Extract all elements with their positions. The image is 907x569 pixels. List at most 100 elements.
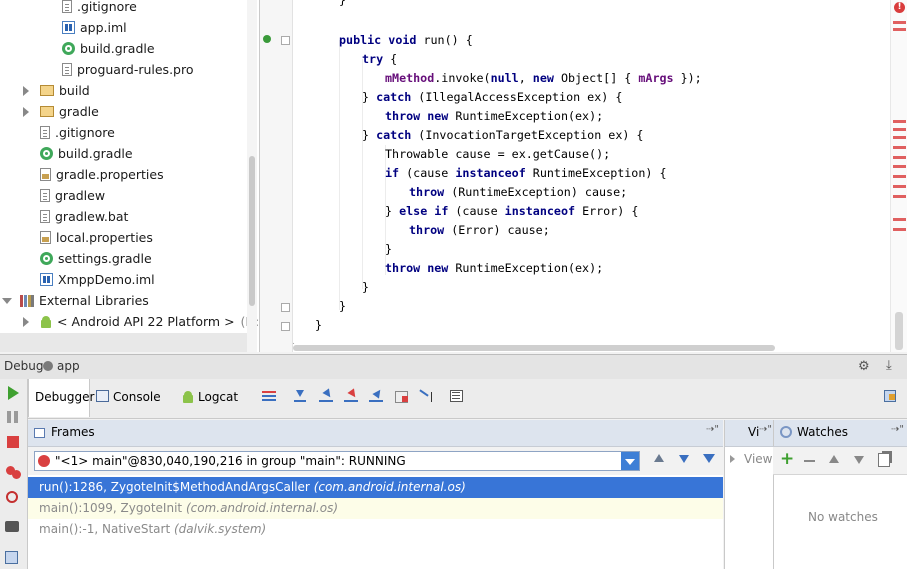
move-down-icon[interactable]: [854, 456, 864, 464]
tree-item[interactable]: < Android API 22 Platform >(D:₩: [23, 311, 259, 332]
hide-icon[interactable]: ⤓: [886, 358, 892, 373]
tree-item-partial[interactable]: [0, 333, 247, 352]
error-mark[interactable]: [893, 146, 906, 149]
fold-marker-icon[interactable]: [281, 303, 290, 312]
evaluate-expression-icon[interactable]: [449, 388, 465, 404]
code-line[interactable]: }: [315, 316, 322, 335]
error-indicator-icon[interactable]: !: [894, 2, 905, 13]
tree-item[interactable]: local.properties: [40, 227, 153, 248]
code-line[interactable]: } catch (IllegalAccessException ex) {: [362, 88, 622, 107]
error-mark[interactable]: [893, 21, 906, 24]
tab-debugger[interactable]: Debugger: [28, 379, 94, 417]
error-mark[interactable]: [893, 195, 906, 198]
override-marker-icon[interactable]: [263, 35, 271, 43]
camera-icon[interactable]: [5, 521, 19, 532]
tree-item[interactable]: build.gradle: [62, 38, 155, 59]
step-into-icon[interactable]: [318, 388, 334, 404]
fold-marker-icon[interactable]: [281, 322, 290, 331]
tree-item[interactable]: .gitignore: [62, 0, 137, 17]
code-line[interactable]: public void run() {: [339, 31, 473, 50]
show-execution-point-icon[interactable]: [262, 388, 278, 404]
run-to-cursor-icon[interactable]: [419, 388, 435, 404]
step-over-icon[interactable]: [293, 388, 309, 404]
error-mark[interactable]: [893, 120, 906, 123]
code-line[interactable]: mMethod.invoke(null, new Object[] { mArg…: [385, 69, 702, 88]
code-line[interactable]: throw (RuntimeException) cause;: [409, 183, 627, 202]
tab-logcat[interactable]: Logcat ⇢": [176, 379, 256, 442]
stack-frame[interactable]: main():-1, NativeStart (dalvik.system): [28, 519, 723, 540]
code-line[interactable]: }: [339, 297, 346, 316]
layout-icon[interactable]: [5, 551, 18, 564]
code-line[interactable]: throw new RuntimeException(ex);: [385, 107, 603, 126]
code-line[interactable]: try {: [362, 50, 397, 69]
code-line[interactable]: }: [362, 278, 369, 297]
debug-config-name[interactable]: app: [57, 359, 80, 373]
tree-item[interactable]: .gitignore: [40, 122, 115, 143]
force-step-into-icon[interactable]: [343, 388, 359, 404]
error-mark[interactable]: [893, 136, 906, 139]
stack-frame[interactable]: run():1286, ZygoteInit$MethodAndArgsCall…: [28, 477, 723, 498]
fold-marker-icon[interactable]: [281, 36, 290, 45]
collapse-arrow-icon[interactable]: [23, 317, 29, 327]
error-mark[interactable]: [893, 28, 906, 31]
code-line[interactable]: } catch (InvocationTargetException ex) {: [362, 126, 643, 145]
collapse-arrow-icon[interactable]: [23, 107, 29, 117]
debug-toolwindow-header: Debug app ⚙ ⤓: [0, 354, 907, 380]
error-mark[interactable]: [893, 128, 906, 131]
tree-item[interactable]: gradlew.bat: [40, 206, 128, 227]
error-mark[interactable]: [893, 175, 906, 178]
pin-icon[interactable]: ⇢": [891, 424, 904, 435]
expand-arrow-icon[interactable]: [2, 298, 12, 304]
step-out-icon[interactable]: [368, 387, 384, 404]
code-line[interactable]: } else if (cause instanceof Error) {: [385, 202, 638, 221]
drop-frame-icon[interactable]: [394, 388, 410, 404]
mute-breakpoints-icon[interactable]: [6, 491, 18, 503]
code-line[interactable]: throw new RuntimeException(ex);: [385, 259, 603, 278]
resume-icon[interactable]: [8, 386, 19, 400]
tree-scrollbar[interactable]: [247, 0, 257, 352]
tree-item[interactable]: build: [23, 80, 90, 101]
chevron-down-icon[interactable]: [621, 452, 639, 470]
editor-hscrollbar[interactable]: [293, 344, 890, 352]
error-mark[interactable]: [893, 218, 906, 221]
tree-item[interactable]: gradlew: [40, 185, 105, 206]
tree-item[interactable]: gradle: [23, 101, 99, 122]
error-mark[interactable]: [893, 228, 906, 231]
stack-frame[interactable]: main():1099, ZygoteInit (com.android.int…: [28, 498, 723, 519]
tree-item[interactable]: gradle.properties: [40, 164, 164, 185]
error-mark[interactable]: [893, 185, 906, 188]
error-mark[interactable]: [893, 165, 906, 168]
code-line[interactable]: throw (Error) cause;: [409, 221, 550, 240]
stop-icon[interactable]: [7, 436, 19, 448]
tree-item[interactable]: proguard-rules.pro: [62, 59, 194, 80]
tree-item[interactable]: app.iml: [62, 17, 127, 38]
pause-icon[interactable]: [7, 411, 11, 423]
tree-item[interactable]: External Libraries: [2, 290, 149, 311]
code-line[interactable]: }: [339, 0, 346, 10]
code-line[interactable]: Throwable cause = ex.getCause();: [385, 145, 610, 164]
error-mark[interactable]: [893, 156, 906, 159]
previous-frame-icon[interactable]: [654, 454, 664, 462]
error-stripe[interactable]: !: [890, 0, 907, 352]
code-line[interactable]: if (cause instanceof RuntimeException) {: [385, 164, 666, 183]
next-frame-icon[interactable]: [679, 455, 689, 463]
gear-icon[interactable]: ⚙: [858, 359, 870, 374]
remove-watch-icon[interactable]: [804, 460, 815, 462]
pin-icon[interactable]: ⇢": [706, 424, 719, 435]
pin-icon[interactable]: ⇢": [759, 424, 772, 435]
move-up-icon[interactable]: [829, 455, 839, 463]
tab-console[interactable]: Console ⇢": [90, 379, 176, 442]
tree-item[interactable]: settings.gradle: [40, 248, 152, 269]
restore-layout-icon[interactable]: [883, 388, 899, 404]
collapse-arrow-icon[interactable]: [23, 86, 29, 96]
tree-item[interactable]: build.gradle: [40, 143, 133, 164]
code-line[interactable]: }: [385, 240, 392, 259]
add-watch-icon[interactable]: +: [780, 451, 794, 468]
tree-item[interactable]: XmppDemo.iml: [40, 269, 155, 290]
copy-icon[interactable]: [878, 453, 890, 467]
expand-arrow-icon[interactable]: [730, 455, 735, 463]
thread-selector[interactable]: "<1> main"@830,040,190,216 in group "mai…: [28, 447, 723, 475]
code-editor[interactable]: } public void run() {try {mMethod.invoke(…: [293, 0, 890, 352]
view-breakpoints-icon[interactable]: [6, 466, 15, 475]
filter-icon[interactable]: [703, 454, 715, 463]
